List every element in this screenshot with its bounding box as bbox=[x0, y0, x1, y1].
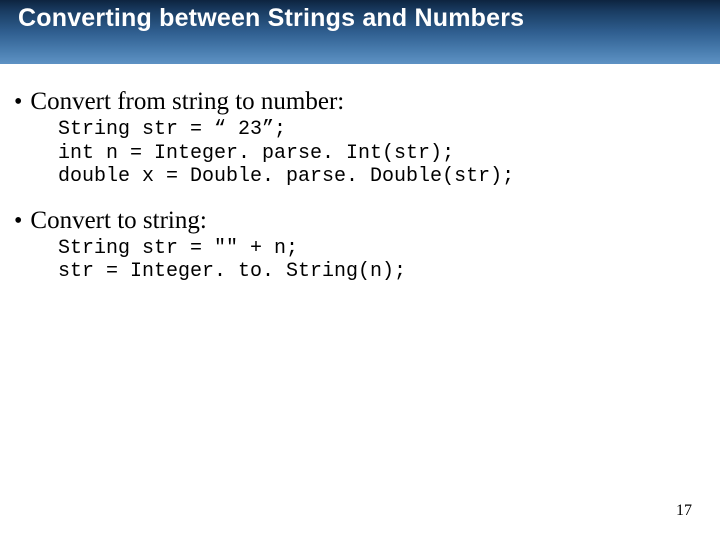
code-line: String str = “ 23”; bbox=[58, 118, 286, 141]
page-number: 17 bbox=[676, 502, 692, 520]
code-line: String str = "" + n; bbox=[58, 237, 298, 260]
bullet-dot-icon: • bbox=[14, 209, 22, 233]
slide-content: • Convert from string to number: String … bbox=[0, 64, 720, 284]
code-line: str = Integer. to. String(n); bbox=[58, 260, 406, 283]
bullet-dot-icon: • bbox=[14, 90, 22, 114]
bullet-item-2: • Convert to string: bbox=[14, 207, 706, 235]
code-line: double x = Double. parse. Double(str); bbox=[58, 165, 514, 188]
title-bar: Converting between Strings and Numbers bbox=[0, 0, 720, 64]
code-line: int n = Integer. parse. Int(str); bbox=[58, 142, 454, 165]
code-block-2: String str = "" + n; str = Integer. to. … bbox=[14, 237, 706, 284]
slide-title: Converting between Strings and Numbers bbox=[0, 4, 524, 33]
section2-heading: Convert to string: bbox=[30, 207, 206, 235]
section1-heading: Convert from string to number: bbox=[30, 88, 344, 116]
code-block-1: String str = “ 23”; int n = Integer. par… bbox=[14, 118, 706, 189]
bullet-item-1: • Convert from string to number: bbox=[14, 88, 706, 116]
